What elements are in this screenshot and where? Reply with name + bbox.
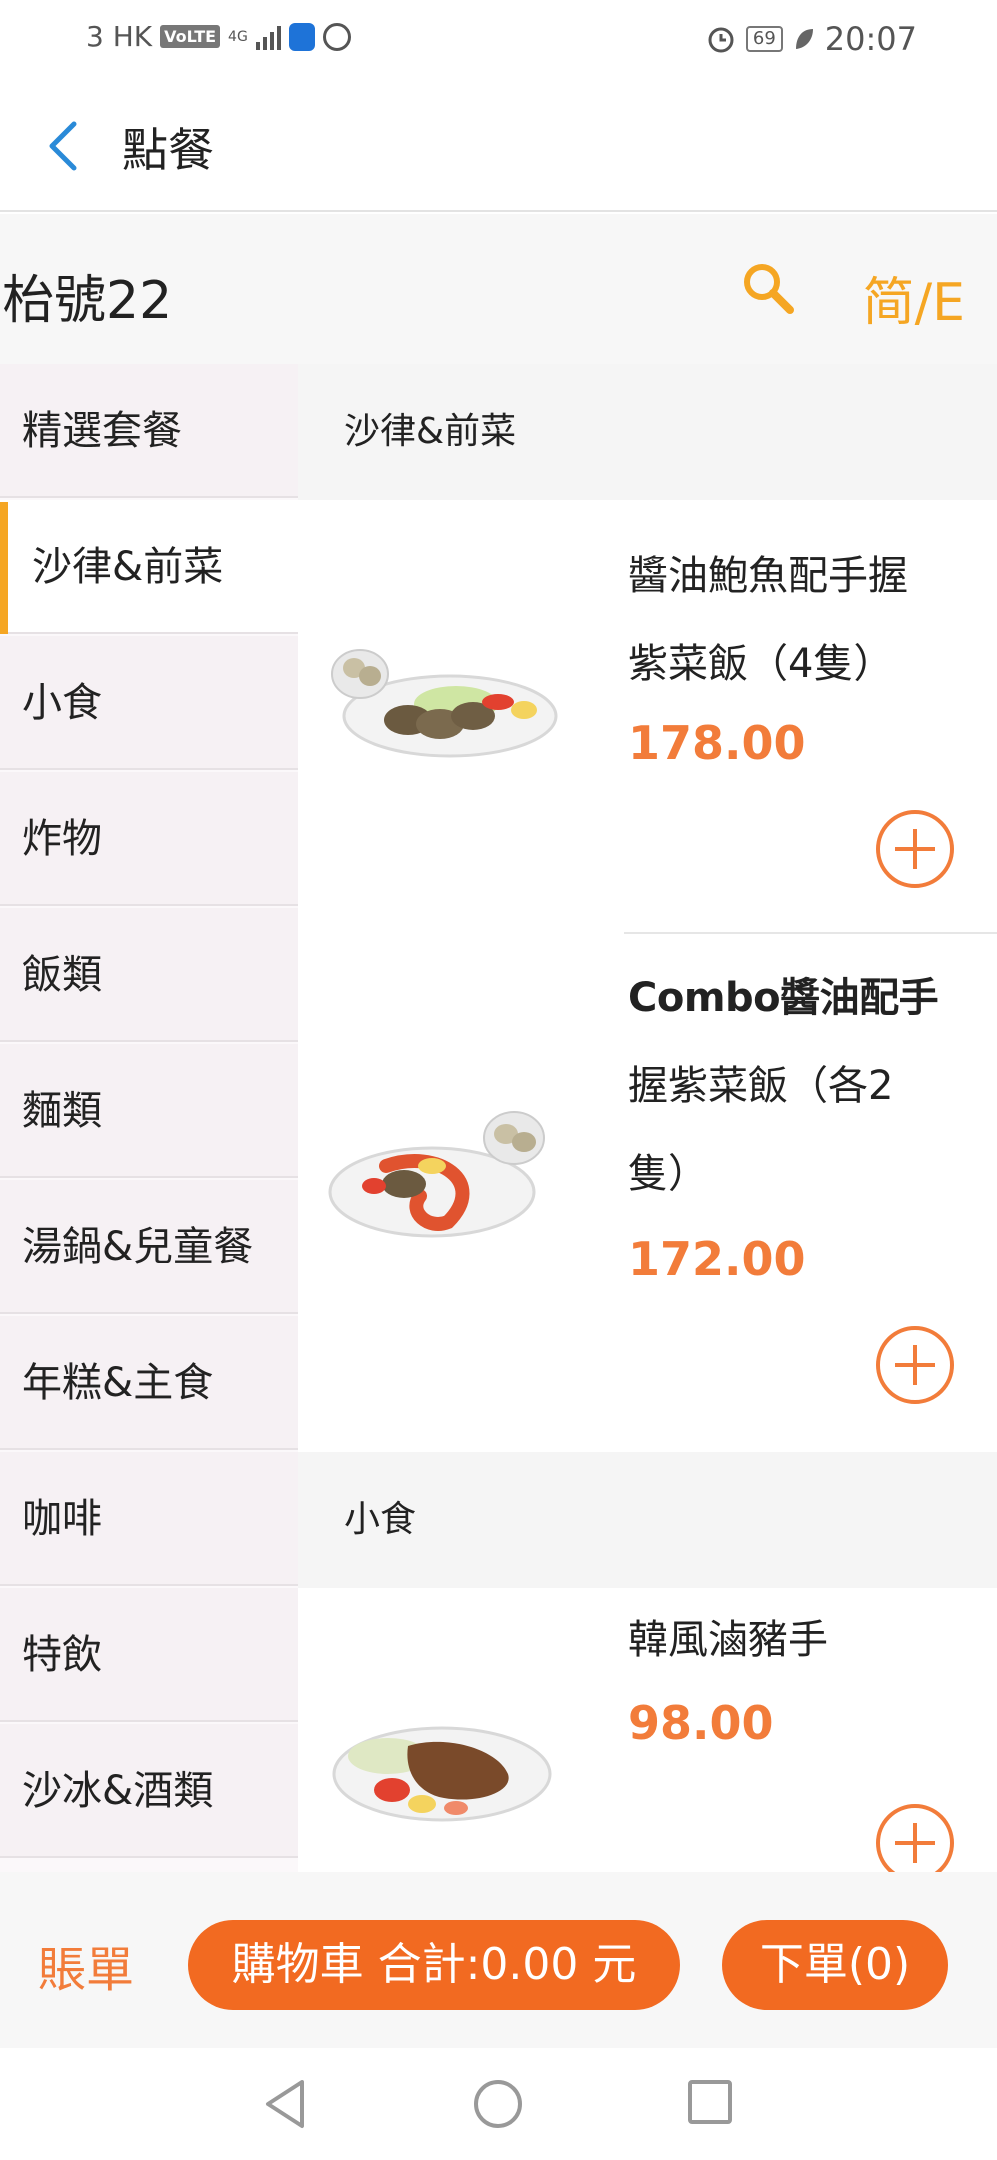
alarm-icon bbox=[708, 27, 734, 53]
category-item[interactable]: 年糕&主食 bbox=[0, 1316, 298, 1450]
clock-time: 20:07 bbox=[824, 20, 917, 58]
category-item[interactable]: 沙冰&酒類 bbox=[0, 1724, 298, 1858]
page-title: 點餐 bbox=[122, 123, 214, 177]
table-bar: 枱號22 简/E bbox=[0, 214, 997, 364]
bill-button[interactable]: 賬單 bbox=[38, 1930, 134, 2000]
category-item[interactable]: 飯類 bbox=[0, 908, 298, 1042]
battery-icon: 69 bbox=[745, 26, 783, 52]
language-toggle-button[interactable]: 简/E bbox=[863, 260, 965, 335]
item-name-line: Combo醬油配手 bbox=[628, 975, 939, 1021]
section-header: 小食 bbox=[298, 1452, 997, 1588]
dish-image-combo bbox=[328, 1111, 545, 1238]
dish-image-pork-knuckle bbox=[332, 1726, 552, 1822]
shield-app-icon bbox=[288, 22, 315, 51]
nav-recent-apps-icon[interactable] bbox=[688, 2080, 732, 2124]
search-icon[interactable] bbox=[738, 258, 798, 318]
category-item[interactable]: 精選套餐 bbox=[0, 364, 298, 498]
dish-image-abalone bbox=[331, 649, 558, 758]
category-item[interactable]: 麵類 bbox=[0, 1044, 298, 1178]
category-sidebar: 精選套餐 沙律&前菜 小食 炸物 飯類 麵類 湯鍋&兒童餐 年糕&主食 咖啡 特… bbox=[0, 364, 298, 1872]
whatsapp-icon bbox=[322, 22, 351, 51]
system-nav-bar bbox=[0, 2048, 997, 2160]
item-name-line: 韓風滷豬手 bbox=[628, 1617, 828, 1663]
nav-back-icon[interactable] bbox=[262, 2078, 310, 2130]
back-arrow-icon[interactable] bbox=[40, 118, 90, 174]
status-bar: 3 HK VoLTE 4G 69 20:07 bbox=[0, 0, 997, 78]
category-item[interactable]: 炸物 bbox=[0, 772, 298, 906]
menu-list: 沙律&前菜 醬油鮑魚配手握 紫菜飯（4隻） 178.00 Combo醬油配手 握… bbox=[298, 364, 997, 1872]
category-item[interactable]: 咖啡 bbox=[0, 1452, 298, 1586]
network-type: 4G bbox=[228, 28, 248, 45]
category-item-active[interactable]: 沙律&前菜 bbox=[0, 500, 298, 634]
category-item[interactable]: 湯鍋&兒童餐 bbox=[0, 1180, 298, 1314]
app-bar: 點餐 bbox=[0, 78, 997, 212]
table-number: 枱號22 bbox=[2, 271, 173, 331]
category-item[interactable]: 小食 bbox=[0, 636, 298, 770]
item-name-line: 紫菜飯（4隻） bbox=[628, 641, 894, 687]
volte-badge: VoLTE bbox=[160, 25, 221, 48]
category-item[interactable]: 特飲 bbox=[0, 1588, 298, 1722]
item-name: 醬油鮑魚配手握 紫菜飯（4隻） bbox=[628, 532, 968, 708]
item-price: 178.00 bbox=[628, 716, 806, 770]
nav-home-icon[interactable] bbox=[474, 2080, 522, 2128]
item-name-line: 握紫菜飯（各2 bbox=[628, 1063, 894, 1109]
item-name-line: 隻） bbox=[628, 1151, 708, 1197]
status-right: 69 20:07 bbox=[706, 20, 917, 58]
signal-icon bbox=[255, 24, 281, 50]
item-name-line: 醬油鮑魚配手握 bbox=[628, 553, 908, 599]
bottom-action-bar: 賬單 購物車 合計:0.00 元 下單(0) bbox=[0, 1872, 997, 2048]
item-price: 172.00 bbox=[628, 1232, 806, 1286]
item-name: Combo醬油配手 握紫菜飯（各2 隻） bbox=[628, 954, 968, 1218]
item-price: 98.00 bbox=[628, 1696, 774, 1750]
item-divider bbox=[624, 932, 997, 934]
place-order-button[interactable]: 下單(0) bbox=[722, 1920, 948, 2010]
item-name: 韓風滷豬手 bbox=[628, 1596, 968, 1684]
leaf-icon bbox=[795, 29, 813, 49]
add-to-cart-button[interactable] bbox=[876, 1326, 954, 1404]
carrier-label: 3 HK bbox=[86, 20, 153, 53]
status-left: 3 HK VoLTE 4G bbox=[86, 20, 351, 53]
add-to-cart-button[interactable] bbox=[876, 1804, 954, 1872]
cart-total-button[interactable]: 購物車 合計:0.00 元 bbox=[188, 1920, 680, 2010]
section-header: 沙律&前菜 bbox=[298, 364, 997, 500]
add-to-cart-button[interactable] bbox=[876, 810, 954, 888]
